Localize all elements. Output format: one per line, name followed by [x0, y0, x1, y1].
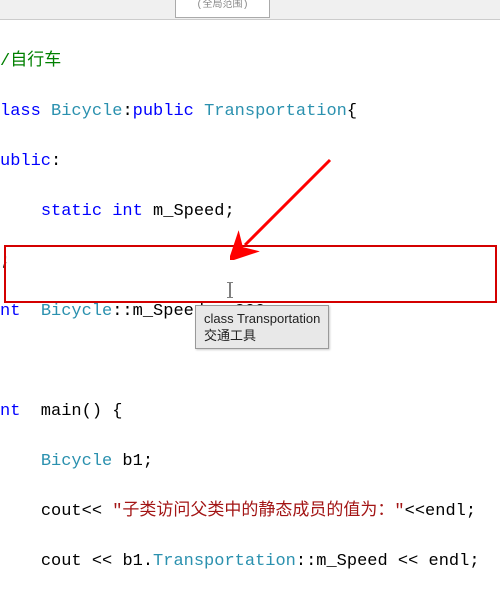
op-insert: << [405, 502, 425, 521]
kw-public: ublic [0, 152, 51, 171]
endl: endl [429, 552, 470, 571]
kw-int: nt [0, 302, 41, 321]
semicolon: ; [466, 502, 476, 521]
cout: cout [41, 552, 92, 571]
tooltip-line-2: 交通工具 [204, 327, 320, 344]
indent [0, 452, 41, 471]
type-bicycle: Bicycle [51, 102, 122, 121]
kw-int: nt [0, 402, 31, 421]
op-insert: << [398, 552, 429, 571]
tab-bar: (全局范围) [0, 0, 500, 20]
comment-text: /自行车 [0, 52, 61, 71]
kw-class: lass [0, 102, 51, 121]
cout: cout [41, 502, 82, 521]
scope-mspeed: ::m_Speed [296, 552, 398, 571]
colon: : [122, 102, 132, 121]
string-literal: "子类访问父类中的静态成员的值为：" [112, 502, 404, 521]
main-decl: main() { [31, 402, 123, 421]
type-transportation: Transportation [153, 552, 296, 571]
indent [0, 502, 41, 521]
intellisense-tooltip: class Transportation 交通工具 [195, 305, 329, 349]
op-insert: << [92, 552, 123, 571]
scope-dropdown[interactable]: (全局范围) [175, 0, 270, 18]
semicolon: ; [469, 552, 479, 571]
indent [0, 552, 41, 571]
indent [0, 202, 41, 221]
op-insert: << [82, 502, 113, 521]
colon: : [51, 152, 61, 171]
endl: endl [425, 502, 466, 521]
tooltip-line-1: class Transportation [204, 310, 320, 327]
kw-int: int [112, 202, 153, 221]
type-transportation: Transportation [204, 102, 347, 121]
ident-b1dot: b1. [122, 552, 153, 571]
ident-mspeed: m_Speed; [153, 202, 235, 221]
semicolon: ; [0, 252, 10, 271]
kw-static: static [41, 202, 112, 221]
brace-open: { [347, 102, 357, 121]
kw-public: public [133, 102, 204, 121]
type-bicycle: Bicycle [41, 452, 112, 471]
type-bicycle: Bicycle [41, 302, 112, 321]
ident-b1: b1; [112, 452, 153, 471]
